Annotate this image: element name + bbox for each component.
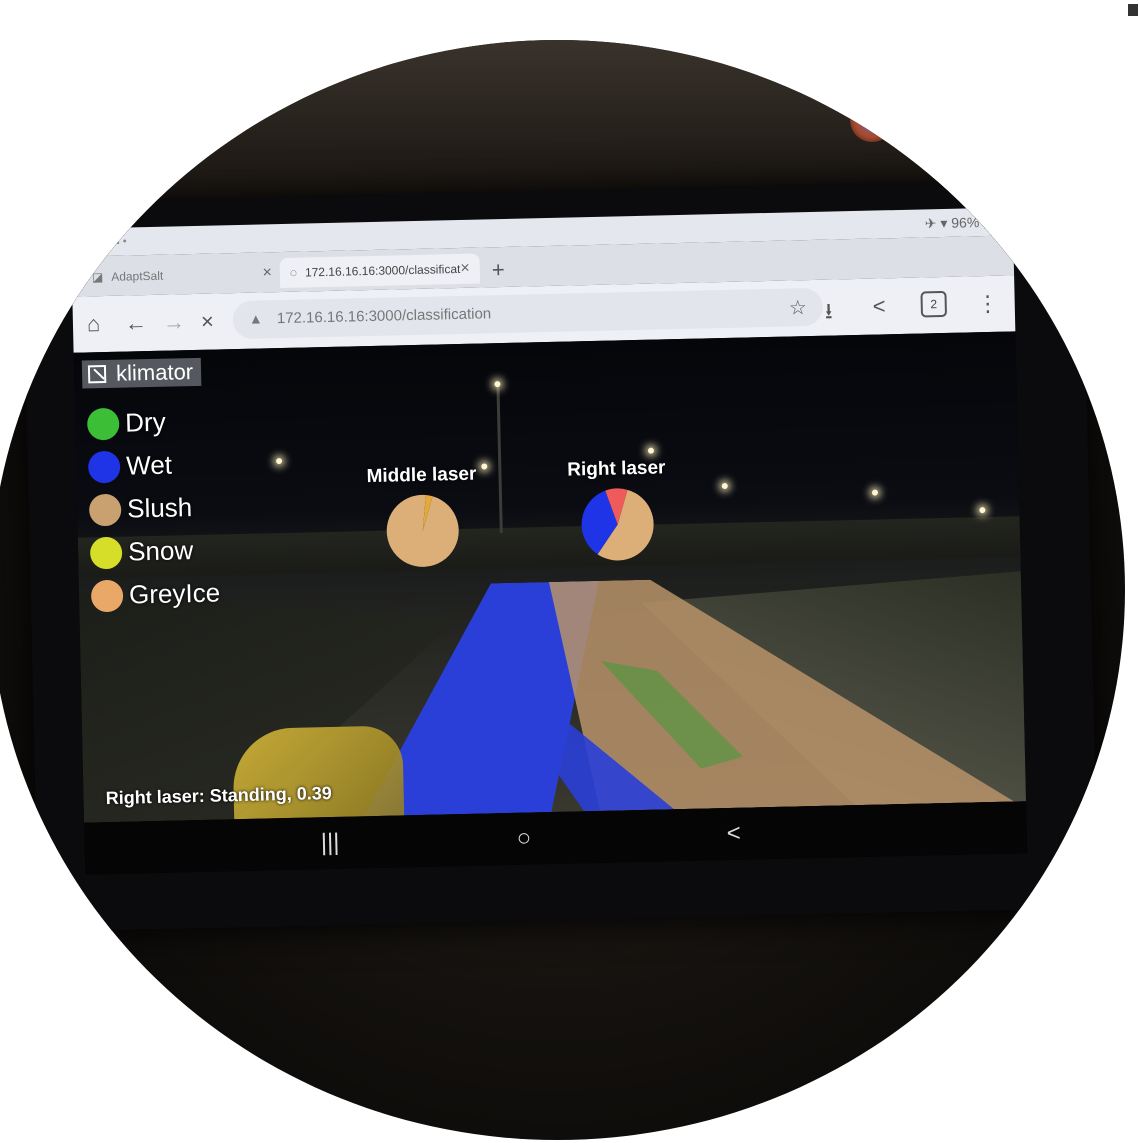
home-button[interactable]: ○ [516, 824, 531, 852]
menu-icon[interactable]: ⋮ [976, 291, 999, 317]
photo-vignette: ⋯ ▲ ■ • ✈ ▾ 96% ▮ ◪ AdaptSalt × ◌ 172.16… [0, 40, 1125, 1140]
legend-swatch [90, 579, 124, 612]
light-pole [496, 383, 503, 534]
road-sign [850, 98, 894, 142]
street-lamp [721, 482, 728, 490]
home-icon[interactable]: ⌂ [87, 311, 101, 337]
url-text[interactable]: 172.16.16.16:3000/classification [277, 305, 492, 327]
battery-indicator: ✈ ▾ 96% ▮ [924, 213, 992, 232]
legend-label: Snow [127, 535, 194, 567]
legend-label: GreyIce [128, 577, 221, 610]
close-tab-icon[interactable]: × [460, 260, 470, 278]
street-lamp [276, 458, 283, 465]
street-lamp [979, 507, 986, 514]
brand-logo: klimator [81, 357, 202, 389]
legend-swatch [89, 536, 123, 569]
recents-button[interactable]: ||| [320, 829, 339, 857]
download-icon[interactable]: ⭳ [824, 295, 833, 333]
middle-laser-chart: Middle laser [351, 463, 493, 575]
tab-title: AdaptSalt [111, 268, 164, 284]
brand-name: klimator [115, 359, 194, 386]
street-lamp [494, 381, 501, 388]
chart-title: Right laser [567, 457, 666, 481]
new-tab-button[interactable]: + [492, 257, 505, 283]
battery-level: 96% [951, 214, 980, 231]
tab-title: 172.16.16.16:3000/classificat [304, 261, 461, 280]
street-lamp [647, 447, 655, 454]
camera-view: klimator Dry Wet Slush Snow GreyIce Midd… [73, 331, 1027, 823]
not-secure-icon[interactable]: ▲ [249, 310, 263, 326]
tab-classification[interactable]: ◌ 172.16.16.16:3000/classificat × [279, 253, 481, 289]
share-icon[interactable]: < [872, 293, 885, 319]
street-lamp [871, 489, 879, 496]
legend-label: Slush [126, 492, 193, 524]
legend-item: Wet [87, 443, 218, 489]
legend-label: Wet [125, 449, 173, 481]
legend-item: Dry [86, 400, 217, 446]
corner-mark [1128, 4, 1138, 16]
status-icons: ⋯ ▲ ■ • [84, 235, 127, 249]
tablet-screen: ⋯ ▲ ■ • ✈ ▾ 96% ▮ ◪ AdaptSalt × ◌ 172.16… [70, 207, 1028, 875]
middle-laser-pie [386, 494, 459, 567]
chart-title: Middle laser [366, 463, 477, 488]
close-tab-icon[interactable]: × [262, 264, 272, 282]
tab-count-button[interactable]: 2 [920, 290, 948, 318]
right-laser-pie [581, 488, 654, 561]
plow-blade [232, 725, 405, 823]
klimator-icon: ◪ [91, 270, 104, 285]
legend-label: Dry [124, 406, 166, 438]
forward-icon[interactable]: → [163, 309, 186, 335]
bookmark-icon[interactable]: ☆ [789, 295, 808, 320]
klimator-logo-icon [87, 365, 107, 384]
legend-item: GreyIce [90, 571, 221, 617]
legend-item: Snow [89, 528, 220, 574]
legend-swatch [86, 407, 120, 440]
tab-adaptsalt[interactable]: ◪ AdaptSalt × [82, 258, 283, 293]
loading-icon: ◌ [289, 265, 298, 280]
legend-item: Slush [88, 486, 219, 532]
back-icon[interactable]: ← [125, 310, 148, 336]
legend-swatch [87, 450, 121, 483]
address-bar[interactable]: ▲ 172.16.16.16:3000/classification ☆ [232, 287, 824, 340]
legend-swatch [88, 493, 122, 526]
right-laser-chart: Right laser [546, 457, 688, 569]
legend: Dry Wet Slush Snow GreyIce [86, 400, 221, 618]
back-button[interactable]: < [726, 820, 741, 848]
stop-icon[interactable]: × [201, 309, 214, 335]
